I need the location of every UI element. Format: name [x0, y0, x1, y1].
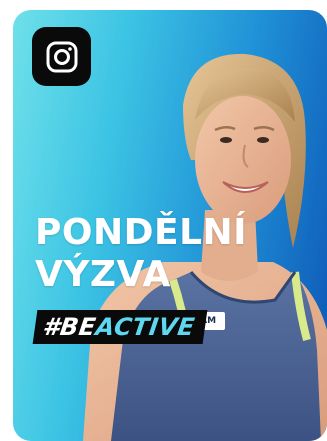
headline-line-1: PONDĚLNÍ: [35, 212, 248, 253]
hashtag-text: #BEACTIVE: [41, 313, 197, 341]
promo-card[interactable]: EAM PONDĚLNÍ VÝZVA #BEACTIVE: [13, 10, 327, 441]
instagram-badge[interactable]: [32, 27, 91, 86]
instagram-icon: [46, 41, 77, 72]
challenge-headline: PONDĚLNÍ VÝZVA: [35, 212, 247, 296]
headline-line-2: VÝZVA: [35, 254, 171, 295]
hashtag-banner: #BEACTIVE: [32, 310, 207, 344]
